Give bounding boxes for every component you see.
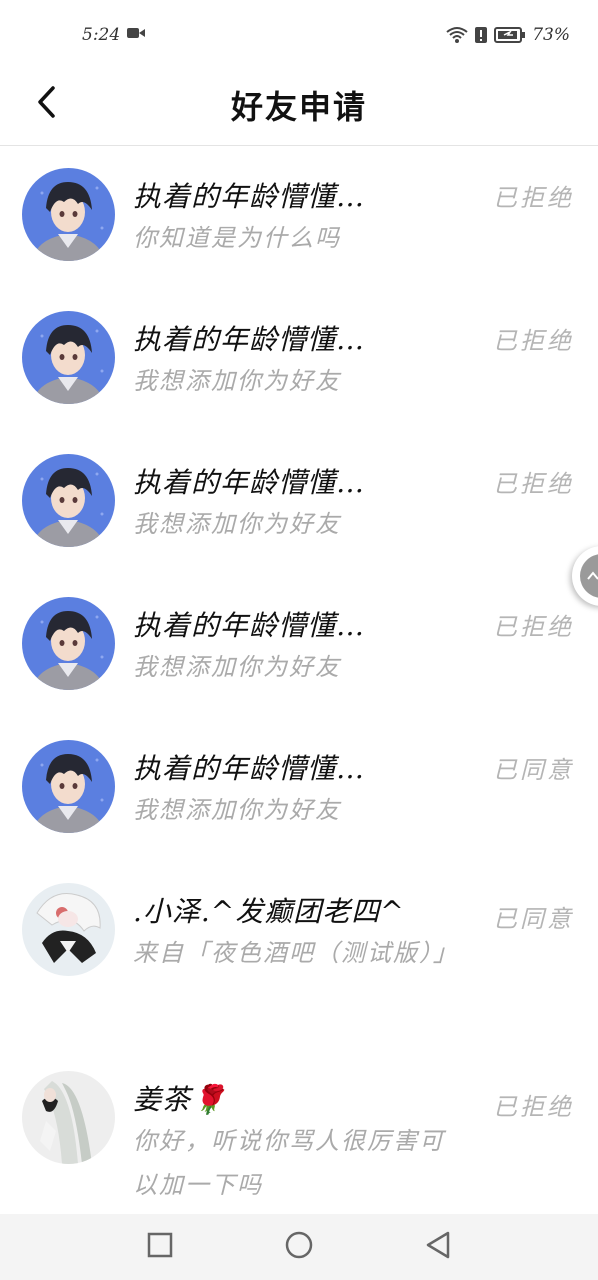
video-camera-icon <box>126 25 146 45</box>
requester-name: .小泽.^发癫团老四^ <box>133 895 405 928</box>
request-status: 已拒绝 <box>493 327 574 355</box>
requester-name: 姜茶🌹 <box>133 1083 227 1116</box>
recent-apps-icon <box>147 1232 173 1262</box>
request-status: 已拒绝 <box>493 613 574 641</box>
avatar[interactable] <box>22 597 115 690</box>
status-time: 5:24 <box>82 25 121 45</box>
requester-name: 执着的年龄懵懂… <box>133 323 366 356</box>
request-text: 执着的年龄懵懂… 我想添加你为好友 <box>133 311 453 403</box>
requester-name: 执着的年龄懵懂… <box>133 752 366 785</box>
avatar[interactable] <box>22 454 115 547</box>
friend-request-item[interactable]: 姜茶🌹 你好，听说你骂人很厉害可以加一下吗 已拒绝 <box>0 1049 598 1237</box>
avatar[interactable] <box>22 883 115 976</box>
request-status: 已拒绝 <box>493 184 574 212</box>
recent-apps-button[interactable] <box>138 1225 182 1269</box>
request-status: 已同意 <box>493 756 574 784</box>
request-message: 我想添加你为好友 <box>133 367 341 395</box>
battery-percent: 73% <box>532 25 570 45</box>
requester-name: 执着的年龄懵懂… <box>133 466 366 499</box>
avatar[interactable] <box>22 311 115 404</box>
avatar[interactable] <box>22 1071 115 1164</box>
request-status: 已拒绝 <box>493 1093 574 1121</box>
page-title: 好友申请 <box>230 88 367 126</box>
request-message: 你好，听说你骂人很厉害可以加一下吗 <box>133 1127 445 1199</box>
request-message: 你知道是为什么吗 <box>133 224 341 252</box>
status-bar: 5:24 73% <box>0 0 598 70</box>
request-status: 已拒绝 <box>493 470 574 498</box>
request-message: 来自「夜色酒吧（测试版）」 <box>133 939 459 967</box>
request-text: 执着的年龄懵懂… 我想添加你为好友 <box>133 454 453 546</box>
requester-name: 执着的年龄懵懂… <box>133 180 366 213</box>
alert-icon <box>474 26 488 44</box>
system-nav-bar <box>0 1214 598 1280</box>
friend-request-list: 执着的年龄懵懂… 你知道是为什么吗 已拒绝 执着的年龄懵懂… 我想添加你为好友 … <box>0 146 598 1237</box>
request-text: 执着的年龄懵懂… 我想添加你为好友 <box>133 740 453 832</box>
request-text: 姜茶🌹 你好，听说你骂人很厉害可以加一下吗 <box>133 1071 453 1207</box>
request-message: 我想添加你为好友 <box>133 796 341 824</box>
request-status: 已同意 <box>493 905 574 933</box>
request-text: 执着的年龄懵懂… 你知道是为什么吗 <box>133 168 453 260</box>
chevron-up-icon <box>580 554 598 598</box>
avatar[interactable] <box>22 168 115 261</box>
friend-request-item[interactable]: 执着的年龄懵懂… 我想添加你为好友 已拒绝 <box>0 575 598 718</box>
request-text: 执着的年龄懵懂… 我想添加你为好友 <box>133 597 453 689</box>
friend-request-item[interactable]: 执着的年龄懵懂… 我想添加你为好友 已同意 <box>0 718 598 861</box>
request-message: 我想添加你为好友 <box>133 510 341 538</box>
home-button[interactable] <box>277 1225 321 1269</box>
back-triangle-icon <box>424 1230 452 1264</box>
back-nav-button[interactable] <box>416 1225 460 1269</box>
status-bar-left: 5:24 <box>82 25 146 45</box>
friend-request-item[interactable]: 执着的年龄懵懂… 我想添加你为好友 已拒绝 <box>0 432 598 575</box>
request-message: 我想添加你为好友 <box>133 653 341 681</box>
wifi-icon <box>446 26 468 44</box>
requester-name: 执着的年龄懵懂… <box>133 609 366 642</box>
friend-request-item[interactable]: .小泽.^发癫团老四^ 来自「夜色酒吧（测试版）」 已同意 <box>0 861 598 1049</box>
avatar[interactable] <box>22 740 115 833</box>
battery-icon <box>494 26 526 44</box>
friend-request-item[interactable]: 执着的年龄懵懂… 你知道是为什么吗 已拒绝 <box>0 146 598 289</box>
friend-request-item[interactable]: 执着的年龄懵懂… 我想添加你为好友 已拒绝 <box>0 289 598 432</box>
request-text: .小泽.^发癫团老四^ 来自「夜色酒吧（测试版）」 <box>133 883 459 975</box>
status-bar-right: 73% <box>446 25 570 45</box>
home-icon <box>284 1230 314 1264</box>
header: 好友申请 <box>0 70 598 146</box>
